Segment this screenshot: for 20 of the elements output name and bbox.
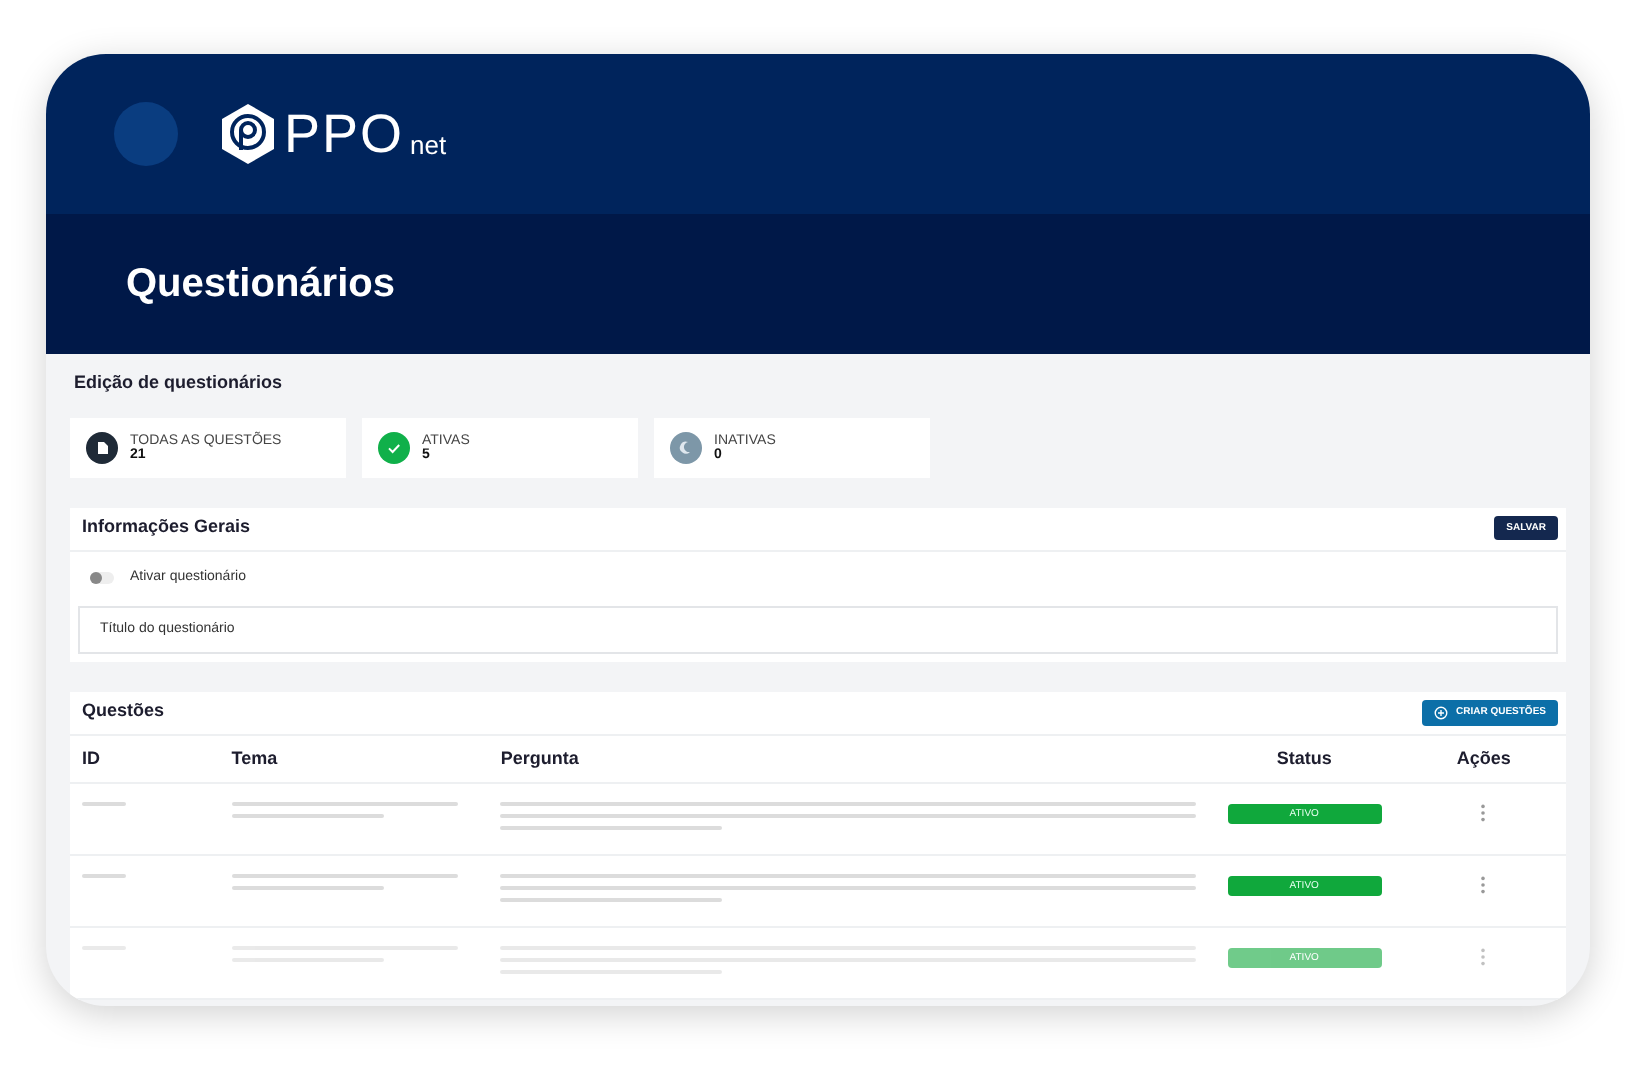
logo-suffix: net	[410, 127, 447, 163]
column-header: Ações	[1456, 747, 1511, 767]
page-title: Questionários	[126, 260, 395, 310]
more-actions-icon[interactable]	[1480, 804, 1487, 822]
plus-circle-icon	[1433, 705, 1448, 719]
toggle-switch[interactable]	[90, 571, 114, 584]
logo-text: PPO	[284, 107, 405, 161]
column-header: ID	[82, 747, 100, 767]
panel-title: Questões	[82, 698, 165, 725]
column-header: Status	[1276, 747, 1332, 767]
more-actions-icon[interactable]	[1480, 876, 1487, 894]
placeholder-line	[82, 874, 126, 878]
more-actions-icon[interactable]	[1480, 948, 1487, 966]
placeholder-line	[82, 802, 126, 806]
section-title: Edição de questionários	[74, 370, 285, 396]
column-header: Pergunta	[500, 747, 579, 767]
column-header: Tema	[231, 747, 278, 767]
hexagon-logo-icon	[218, 102, 278, 166]
avatar-circle[interactable]	[114, 102, 178, 166]
panel-title: Informações Gerais	[82, 514, 251, 541]
